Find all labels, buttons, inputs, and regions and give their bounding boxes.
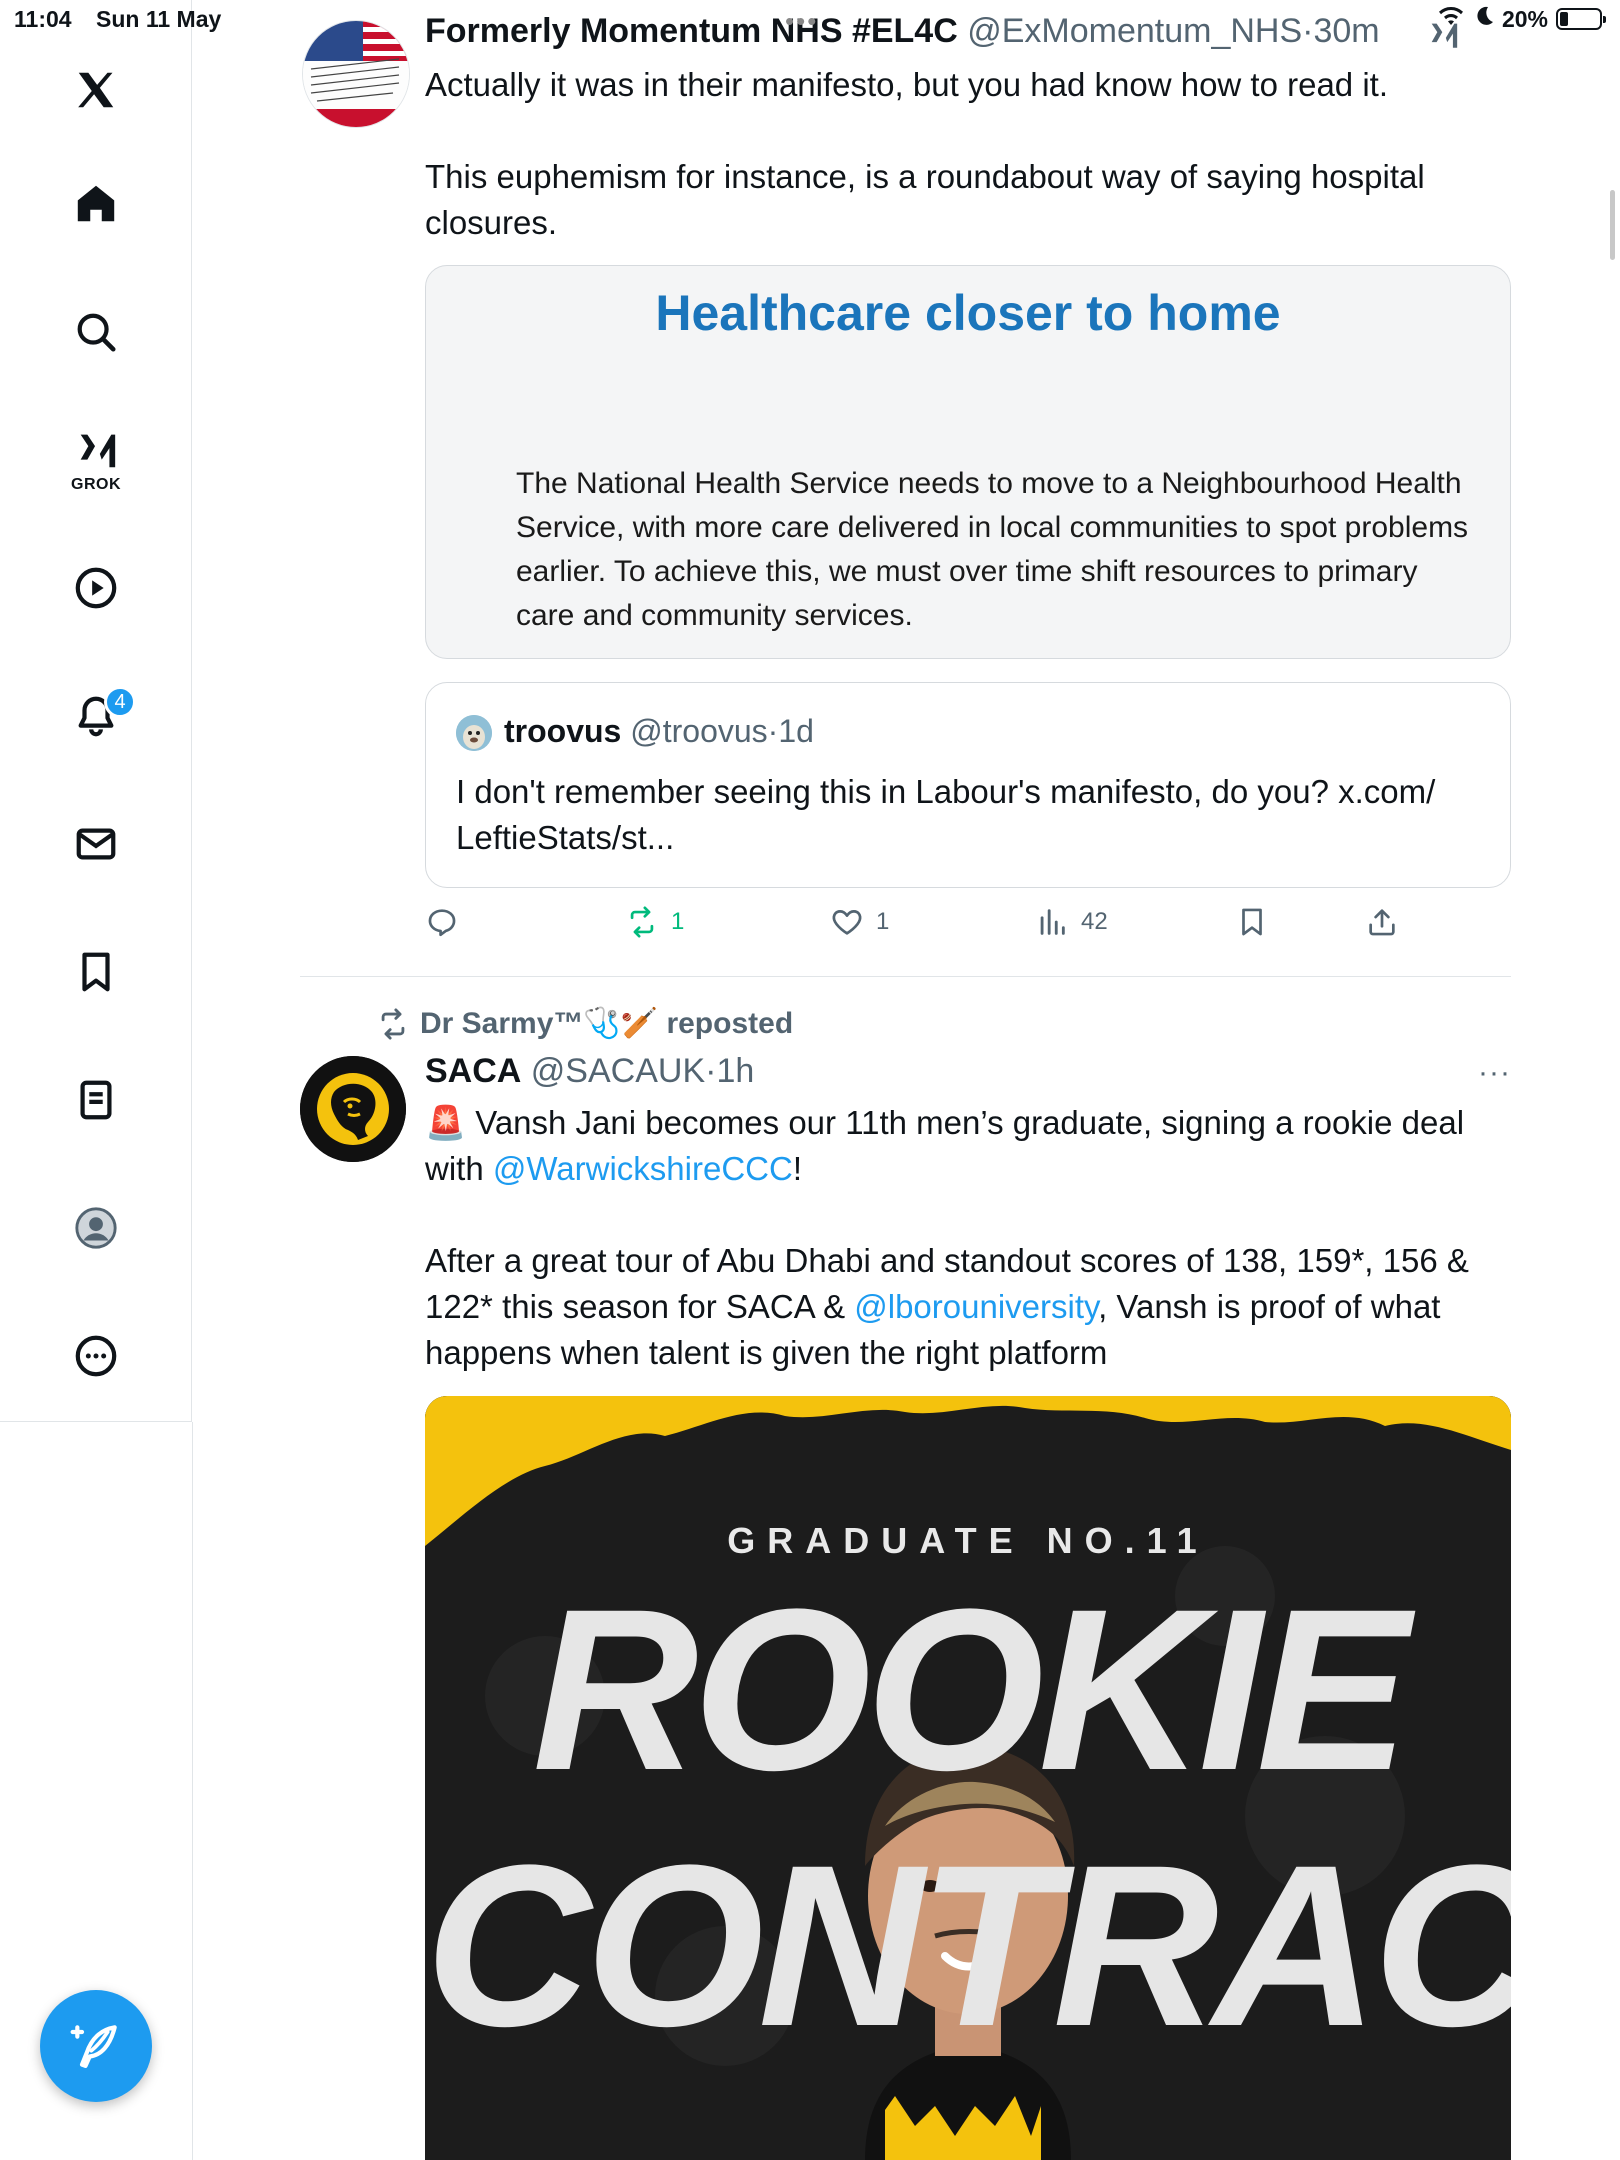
status-bar: 11:04 Sun 11 May ••• 20% xyxy=(0,0,1620,40)
moon-icon xyxy=(1474,5,1494,33)
video-play-icon[interactable] xyxy=(70,562,122,614)
tweet2-text-segment: ! xyxy=(792,1150,802,1187)
quoted-tweet-handle: @troovus xyxy=(630,713,768,749)
mention-link[interactable]: @lborouniversity xyxy=(854,1288,1098,1325)
repost-button[interactable]: 1 xyxy=(625,905,684,939)
reposted-by-text: Dr Sarmy™🩺🏏 reposted xyxy=(420,1007,794,1040)
status-indicators: 20% xyxy=(1436,4,1606,34)
media-subtitle: GRADUATE NO.11 xyxy=(727,1520,1209,1561)
media-title-line2: CONTRACT xyxy=(425,1817,1511,2074)
sidebar-divider xyxy=(192,1422,193,2160)
mail-icon[interactable] xyxy=(70,818,122,870)
tweet2-separator: · xyxy=(705,1052,717,1090)
bookmark-button[interactable] xyxy=(1235,905,1269,939)
bookmark-icon xyxy=(1242,908,1262,936)
tweet1-text-paragraph: This euphemism for instance, is a rounda… xyxy=(425,158,1425,241)
tweet1-text-paragraph: Actually it was in their manifesto, but … xyxy=(425,66,1388,103)
quoted-tweet-text: I don't remember seeing this in Labour's… xyxy=(456,773,1436,856)
repost-icon xyxy=(630,906,654,938)
document-icon[interactable] xyxy=(70,1074,122,1126)
notification-badge: 4 xyxy=(104,686,136,718)
grok-icon[interactable] xyxy=(70,424,122,476)
battery-percent: 20% xyxy=(1501,5,1548,32)
search-icon[interactable] xyxy=(70,306,122,358)
reply-button[interactable] xyxy=(425,905,471,939)
tweet-divider xyxy=(300,976,1511,977)
tweet2-text-paragraph: 🚨 Vansh Jani becomes our 11th men’s grad… xyxy=(425,1100,1515,1192)
card-title: Healthcare closer to home xyxy=(655,285,1281,341)
share-upload-icon xyxy=(1369,909,1395,936)
tweet2-text: 🚨 Vansh Jani becomes our 11th men’s grad… xyxy=(425,1100,1515,1376)
reply-icon xyxy=(428,909,456,937)
wifi-icon xyxy=(1436,4,1466,34)
tweet1-action-bar: 1 1 42 xyxy=(425,905,1511,955)
home-icon[interactable] xyxy=(70,178,122,230)
like-count: 1 xyxy=(876,908,890,935)
compose-feather-icon xyxy=(70,2025,117,2068)
scrollbar[interactable] xyxy=(1610,190,1615,260)
like-button[interactable]: 1 xyxy=(830,905,889,939)
quoted-tweet-header: troovus @troovus·1d xyxy=(504,713,814,750)
tweet2-handle[interactable]: @SACAUK xyxy=(531,1052,705,1090)
repost-icon xyxy=(381,1007,405,1040)
tweet2-display-name[interactable]: SACA xyxy=(425,1052,521,1090)
tweet2-text-paragraph: After a great tour of Abu Dhabi and stan… xyxy=(425,1238,1515,1376)
more-circle-icon[interactable] xyxy=(70,1330,122,1382)
bookmark-icon[interactable] xyxy=(70,946,122,998)
status-date: Sun 11 May xyxy=(96,6,222,32)
repost-count: 1 xyxy=(671,908,685,935)
reposted-by-line[interactable]: Dr Sarmy™🩺🏏 reposted xyxy=(376,1006,793,1041)
quoted-tweet-separator: · xyxy=(767,713,779,749)
tweet1-media-card[interactable]: Healthcare closer to home The National H… xyxy=(425,265,1511,659)
siren-emoji: 🚨 xyxy=(425,1104,467,1141)
tweet2-media-image[interactable]: GRADUATE NO.11 ROOKIE CONTRACT xyxy=(425,1396,1511,2160)
tweet2-header: SACA @SACAUK·1h xyxy=(425,1052,754,1091)
tweet1-text: Actually it was in their manifesto, but … xyxy=(425,62,1515,246)
profile-avatar-icon[interactable] xyxy=(70,1202,122,1254)
battery-icon xyxy=(1556,8,1606,30)
compose-button[interactable] xyxy=(40,1990,152,2102)
x-logo-icon[interactable] xyxy=(70,64,122,116)
views-button[interactable]: 42 xyxy=(1035,905,1108,939)
mention-link[interactable]: @WarwickshireCCC xyxy=(493,1150,793,1187)
views-chart-icon xyxy=(1040,909,1065,935)
card-body: The National Health Service needs to mov… xyxy=(516,467,1469,632)
tweet2-avatar[interactable] xyxy=(300,1056,406,1162)
tweet2-more-options-icon[interactable]: ··· xyxy=(1478,1056,1511,1090)
tweet2-time[interactable]: 1h xyxy=(716,1052,754,1090)
quoted-tweet-display-name: troovus xyxy=(504,713,622,749)
quoted-tweet-avatar xyxy=(456,715,492,751)
quoted-tweet[interactable]: troovus @troovus·1d I don't remember see… xyxy=(425,682,1511,888)
views-count: 42 xyxy=(1081,908,1108,935)
grok-label: GROK xyxy=(71,476,121,493)
heart-icon xyxy=(832,910,862,935)
quoted-tweet-time: 1d xyxy=(778,713,814,749)
status-time: 11:04 xyxy=(14,6,72,32)
media-title-line1: ROOKIE xyxy=(532,1561,1409,1818)
share-button[interactable] xyxy=(1365,905,1399,939)
sidebar: GROK 4 xyxy=(0,0,192,1422)
multitask-dots-icon[interactable]: ••• xyxy=(785,6,818,37)
